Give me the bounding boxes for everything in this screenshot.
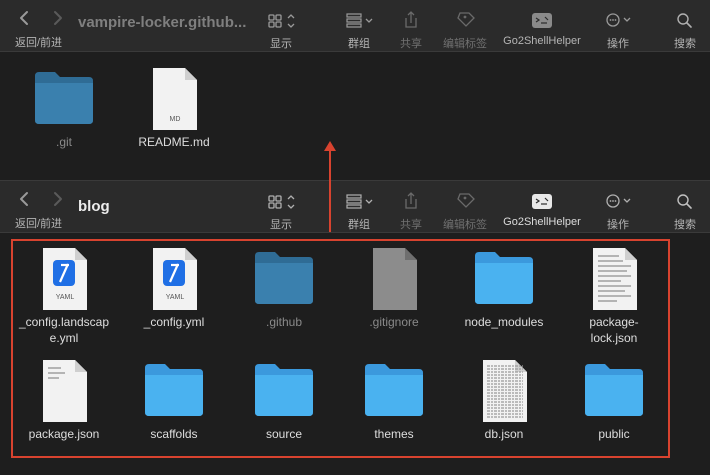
toolbar: 返回/前进 vampire-locker.github... 显示 群组 共享 …: [0, 0, 710, 52]
more-options-icon: [606, 194, 631, 208]
search-button[interactable]: 搜索: [650, 8, 710, 52]
search-icon: [677, 194, 692, 209]
file-item[interactable]: .git: [9, 68, 119, 164]
action-label: 操作: [607, 38, 629, 50]
tags-button[interactable]: 编辑标签: [430, 8, 500, 52]
file-item[interactable]: MD README.md: [119, 68, 229, 164]
view-label: 显示: [270, 219, 292, 231]
terminal-icon: [532, 13, 552, 28]
back-arrow-icon[interactable]: [18, 189, 32, 209]
window-title: vampire-locker.github...: [78, 14, 247, 31]
back-forward-label: 返回/前进: [15, 218, 63, 230]
back-forward-buttons: [18, 8, 78, 28]
grid-view-icon: [268, 14, 295, 28]
back-forward-label: 返回/前进: [15, 37, 63, 49]
go2shell-button[interactable]: Go2ShellHelper: [503, 189, 581, 233]
search-label: 搜索: [674, 219, 696, 231]
file-name: .git: [55, 135, 72, 149]
tags-button[interactable]: 编辑标签: [430, 189, 500, 233]
folder-icon: [35, 72, 93, 124]
grid-view-icon: [268, 195, 295, 209]
file-badge: MD: [170, 116, 181, 123]
more-options-icon: [606, 13, 631, 27]
annotation-arrow-up-icon: [324, 141, 336, 151]
toolbar: 返回/前进 blog 显示 群组 共享 编辑标签 Go2ShellHelper …: [0, 180, 710, 233]
view-button[interactable]: 显示: [246, 189, 316, 233]
annotation-highlight-box: [11, 239, 670, 458]
finder-window-parent: 返回/前进 vampire-locker.github... 显示 群组 共享 …: [0, 0, 710, 180]
back-forward-buttons: [18, 189, 78, 209]
tags-label: 编辑标签: [443, 38, 487, 50]
view-label: 显示: [270, 38, 292, 50]
go2shell-label: Go2ShellHelper: [503, 216, 581, 228]
forward-arrow-icon[interactable]: [50, 189, 64, 209]
back-arrow-icon[interactable]: [18, 8, 32, 28]
search-label: 搜索: [674, 38, 696, 50]
search-button[interactable]: 搜索: [650, 189, 710, 233]
tag-icon: [457, 193, 475, 208]
action-label: 操作: [607, 219, 629, 231]
search-icon: [677, 13, 692, 28]
action-button[interactable]: 操作: [583, 189, 653, 233]
window-title: blog: [78, 198, 110, 215]
go2shell-button[interactable]: Go2ShellHelper: [503, 8, 581, 52]
action-button[interactable]: 操作: [583, 8, 653, 52]
file-name: README.md: [138, 135, 210, 149]
go2shell-label: Go2ShellHelper: [503, 35, 581, 47]
annotation-arrow-line: [329, 146, 331, 232]
tags-label: 编辑标签: [443, 219, 487, 231]
terminal-icon: [532, 194, 552, 209]
tag-icon: [457, 12, 475, 27]
forward-arrow-icon[interactable]: [50, 8, 64, 28]
view-button[interactable]: 显示: [246, 8, 316, 52]
markdown-file-icon: MD: [153, 68, 197, 130]
